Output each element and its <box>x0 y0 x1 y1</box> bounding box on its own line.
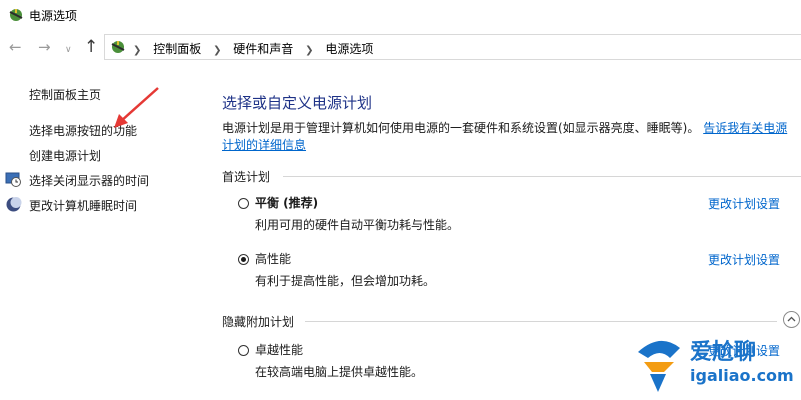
balanced-radio[interactable] <box>238 198 249 209</box>
sidebar-item-sleep-time[interactable]: 更改计算机睡眠时间 <box>29 197 137 214</box>
divider <box>283 176 801 177</box>
plan-name-ultimate-performance: 卓越性能 <box>255 343 304 357</box>
hidden-plans-label: 隐藏附加计划 <box>222 315 295 329</box>
ultimate-performance-radio[interactable] <box>238 345 249 356</box>
preferred-plans-label: 首选计划 <box>222 170 271 184</box>
breadcrumb-item-power-options[interactable]: 电源选项 <box>325 42 373 56</box>
plan-desc-high-performance: 有利于提高性能，但会增加功耗。 <box>255 274 436 288</box>
window-title: 电源选项 <box>29 9 78 23</box>
monitor-clock-icon <box>5 172 21 187</box>
annotation-arrow-icon <box>114 87 159 128</box>
collapse-button[interactable] <box>783 311 800 328</box>
arrow-left-icon[interactable]: ← <box>9 38 22 56</box>
breadcrumb-item-hardware-sound[interactable]: 硬件和声音 <box>233 42 293 56</box>
breadcrumb-separator-icon: ❯ <box>213 45 222 56</box>
arrow-right-icon[interactable]: → <box>38 38 51 56</box>
address-bar[interactable]: ❯ 控制面板 ❯ 硬件和声音 ❯ 电源选项 <box>104 34 801 60</box>
control-panel-icon <box>111 41 125 53</box>
divider <box>305 321 777 322</box>
chevron-down-icon[interactable]: ∨ <box>65 41 72 59</box>
power-options-icon <box>9 9 23 21</box>
page-title: 选择或自定义电源计划 <box>222 94 373 112</box>
breadcrumb: ❯ 控制面板 ❯ 硬件和声音 ❯ 电源选项 <box>133 40 373 57</box>
watermark-logo: 爱尬聊 igaliao.com <box>630 330 801 400</box>
change-plan-settings-link[interactable]: 更改计划设置 <box>708 251 780 268</box>
sidebar: 控制面板主页 选择电源按钮的功能 创建电源计划 选择关闭显示器的时间 更改计算机… <box>0 64 205 400</box>
arrow-up-icon[interactable]: ↑ <box>84 38 98 56</box>
sidebar-item-create-plan[interactable]: 创建电源计划 <box>29 147 101 164</box>
breadcrumb-separator-icon: ❯ <box>305 45 314 56</box>
title-bar: 电源选项 <box>0 0 801 30</box>
description: 电源计划是用于管理计算机如何使用电源的一套硬件和系统设置(如显示器亮度、睡眠等)… <box>222 120 796 154</box>
navigation-bar: ← → ∨ ↑ ❯ 控制面板 ❯ 硬件和声音 ❯ 电源选项 <box>0 32 801 64</box>
plan-name-balanced: 平衡 (推荐) <box>255 196 319 210</box>
sidebar-item-display-off-time[interactable]: 选择关闭显示器的时间 <box>29 172 149 189</box>
breadcrumb-separator-icon: ❯ <box>133 45 142 56</box>
change-plan-settings-link[interactable]: 更改计划设置 <box>708 195 780 212</box>
mascot-icon <box>638 340 680 392</box>
description-text: 电源计划是用于管理计算机如何使用电源的一套硬件和系统设置(如显示器亮度、睡眠等)… <box>222 121 700 135</box>
watermark-title: 爱尬聊 <box>690 340 757 365</box>
breadcrumb-item-control-panel[interactable]: 控制面板 <box>153 42 201 56</box>
moon-icon <box>6 197 22 212</box>
sidebar-item-control-panel-home[interactable]: 控制面板主页 <box>29 86 101 103</box>
plan-desc-ultimate-performance: 在较高端电脑上提供卓越性能。 <box>255 365 424 379</box>
watermark-url: igaliao.com <box>690 366 794 385</box>
plan-desc-balanced: 利用可用的硬件自动平衡功耗与性能。 <box>255 218 460 232</box>
high-performance-radio[interactable] <box>238 254 249 265</box>
plan-name-high-performance: 高性能 <box>255 252 292 266</box>
chevron-up-icon <box>787 316 796 322</box>
